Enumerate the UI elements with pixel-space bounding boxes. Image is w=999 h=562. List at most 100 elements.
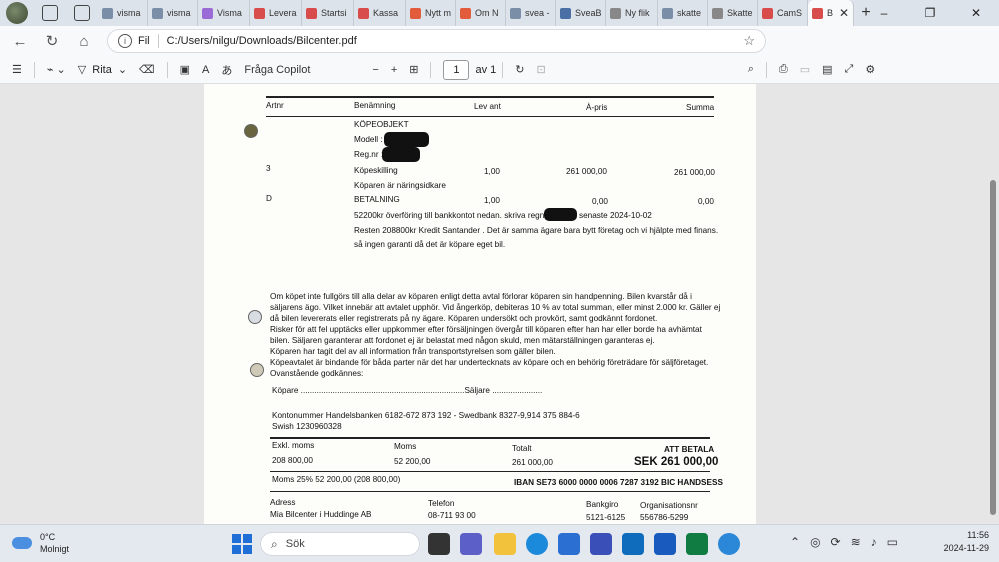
page-number-input[interactable]: 1: [443, 59, 470, 80]
browser-tab[interactable]: Ny flik: [606, 0, 658, 26]
browser-tab[interactable]: Skatte: [708, 0, 758, 26]
taskbar-search[interactable]: ⌕ Sök: [260, 532, 420, 556]
browser-tab[interactable]: B ✕: [808, 0, 854, 26]
excl-vat-label: Exkl. moms: [272, 441, 315, 450]
page-view-icon[interactable]: ⊡: [531, 63, 552, 76]
maximize-button[interactable]: ❐: [907, 6, 953, 20]
app-icon[interactable]: [718, 533, 740, 555]
vertical-scrollbar[interactable]: [990, 180, 996, 515]
profile-avatar[interactable]: [6, 2, 28, 24]
workspaces-icon[interactable]: [42, 5, 58, 21]
battery-icon[interactable]: ▭: [887, 535, 898, 549]
sync-icon[interactable]: ⟳: [831, 535, 841, 549]
teams-icon[interactable]: [460, 533, 482, 555]
bankgiro-value: 5121-6125: [586, 513, 626, 522]
highlight-icon[interactable]: ⌁ ⌄: [41, 63, 72, 76]
punch-hole: [244, 124, 258, 138]
edge-icon[interactable]: [526, 533, 548, 555]
totals-rule: [270, 437, 710, 439]
back-button[interactable]: ←: [4, 33, 36, 50]
draw-label[interactable]: Rita: [92, 64, 112, 76]
browser-tab[interactable]: Visma: [198, 0, 250, 26]
close-tab-icon[interactable]: ✕: [839, 6, 849, 20]
browser-tab[interactable]: Levera: [250, 0, 302, 26]
read-aloud-icon[interactable]: A: [196, 64, 215, 76]
browser-tab[interactable]: svea -: [506, 0, 556, 26]
excl-vat-value: 208 800,00: [272, 456, 313, 465]
info-icon[interactable]: i: [118, 34, 132, 48]
pdf-viewer[interactable]: Artnr Benämning Lev ant À-pris Summa KÖP…: [0, 84, 999, 524]
tab-label: skatte: [677, 8, 702, 18]
refresh-button[interactable]: ↻: [36, 32, 68, 50]
home-icon[interactable]: ⌂: [68, 33, 100, 50]
address-label: Adress: [270, 498, 296, 507]
eraser-icon[interactable]: ⌫: [133, 63, 161, 76]
row2-sum: 0,00: [698, 197, 714, 206]
payment-line-1a: 52200kr överföring till bankkontot nedan…: [354, 211, 547, 220]
excel-icon[interactable]: [686, 533, 708, 555]
weather-widget[interactable]: 0°C Molnigt: [12, 531, 69, 555]
draw-dropdown-icon[interactable]: ⌄: [112, 63, 133, 76]
tab-favicon-icon: [460, 7, 471, 19]
tab-label: CamS: [777, 8, 803, 18]
browser-tab[interactable]: visma: [148, 0, 198, 26]
browser-tab[interactable]: Om N: [456, 0, 506, 26]
system-tray: ⌃ ◎ ⟳ ≋ ♪ ▭: [790, 535, 898, 549]
vat-value: 52 200,00: [394, 457, 431, 466]
terms-line: Ovanstående godkännes:: [270, 369, 364, 378]
col-name: Benämning: [354, 101, 396, 110]
terms-line: Risker för att fel upptäcks eller uppkom…: [270, 325, 702, 334]
favorite-star-icon[interactable]: ☆: [743, 33, 755, 49]
phone-value: 08-711 93 00: [428, 511, 476, 520]
file-explorer-icon[interactable]: [494, 533, 516, 555]
network-icon[interactable]: ◎: [810, 535, 820, 549]
translate-icon[interactable]: あ: [215, 62, 238, 78]
browser-tab[interactable]: Kassa: [354, 0, 406, 26]
tab-label: visma: [117, 8, 141, 18]
chevron-up-icon[interactable]: ⌃: [790, 535, 800, 549]
tab-label: svea -: [525, 8, 550, 18]
rotate-icon[interactable]: ↻: [509, 63, 530, 76]
draw-icon[interactable]: ▽: [72, 63, 92, 76]
start-button[interactable]: [232, 534, 252, 554]
outlook-icon[interactable]: [622, 533, 644, 555]
address-bar[interactable]: i Fil C:/Users/nilgu/Downloads/Bilcenter…: [107, 29, 766, 53]
toolbar-divider: [502, 61, 504, 78]
wifi-icon[interactable]: ≋: [851, 535, 861, 549]
store-icon[interactable]: [558, 533, 580, 555]
text-box-icon[interactable]: ▣: [174, 63, 196, 76]
close-window-button[interactable]: ✕: [953, 6, 999, 20]
volume-icon[interactable]: ♪: [871, 535, 877, 549]
address-value: Mia Bilcenter i Huddinge AB: [270, 510, 372, 519]
minimize-button[interactable]: –: [861, 6, 907, 20]
tab-label: Visma: [217, 8, 242, 18]
app-icon[interactable]: [590, 533, 612, 555]
ask-copilot-button[interactable]: Fråga Copilot: [238, 64, 316, 76]
task-view-icon[interactable]: [428, 533, 450, 555]
contents-icon[interactable]: ☰: [6, 63, 28, 76]
browser-tab[interactable]: CamS: [758, 0, 808, 26]
print-icon[interactable]: ⎙: [773, 63, 794, 76]
fit-page-icon[interactable]: ⊞: [403, 63, 424, 76]
fullscreen-icon[interactable]: ⤢: [839, 63, 860, 76]
browser-tab[interactable]: visma: [98, 0, 148, 26]
iban: IBAN SE73 6000 0000 0006 7287 3192 BIC H…: [514, 478, 723, 487]
save-icon[interactable]: ▭: [794, 63, 816, 76]
search-icon[interactable]: ⌕: [742, 63, 760, 76]
col-unit-price: À-pris: [586, 103, 608, 112]
zoom-in-icon[interactable]: +: [385, 64, 403, 76]
browser-tab[interactable]: skatte: [658, 0, 708, 26]
settings-gear-icon[interactable]: ⚙: [859, 63, 881, 76]
tab-strip: visma visma Visma Levera Startsi Kassa Nytt m O…: [0, 0, 999, 26]
zoom-out-icon[interactable]: −: [366, 64, 384, 76]
save-as-icon[interactable]: ▤: [816, 63, 838, 76]
payment-line-1b: senaste 2024-10-02: [579, 211, 652, 220]
word-icon[interactable]: [654, 533, 676, 555]
to-pay-label: ATT BETALA: [664, 445, 715, 454]
browser-tab[interactable]: Startsi: [302, 0, 354, 26]
browser-tab[interactable]: Nytt m: [406, 0, 456, 26]
tab-actions-icon[interactable]: [74, 5, 90, 21]
browser-tab[interactable]: SveaB: [556, 0, 606, 26]
tab-label: SveaB: [575, 8, 602, 18]
clock[interactable]: 11:56 2024-11-29: [944, 529, 989, 555]
